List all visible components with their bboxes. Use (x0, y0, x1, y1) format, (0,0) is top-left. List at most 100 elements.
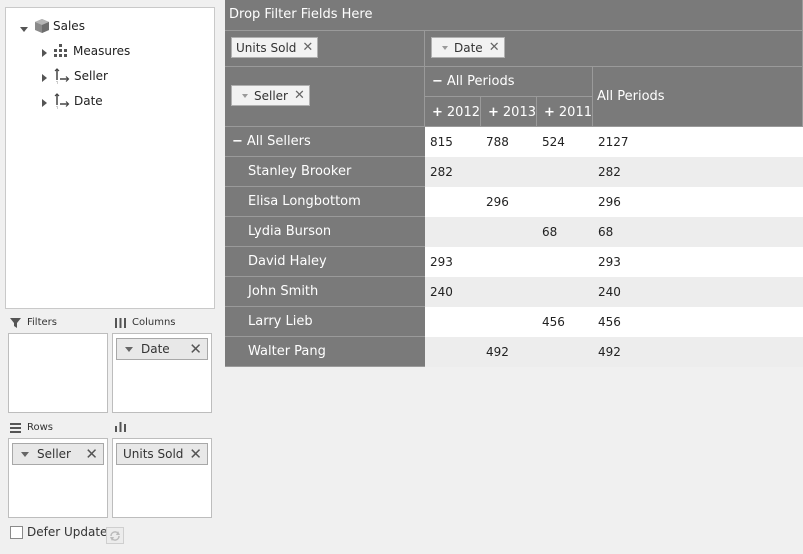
rows-drop-area[interactable]: Seller ✕ (8, 438, 108, 518)
table-cell[interactable] (537, 337, 542, 367)
table-cell[interactable] (425, 337, 430, 367)
table-cell[interactable]: 68 (593, 217, 613, 247)
table-cell[interactable]: 815 (425, 127, 453, 157)
columns-drop-area[interactable]: Date ✕ (112, 333, 212, 413)
expand-icon[interactable]: + (544, 105, 555, 120)
row-header-seller[interactable]: Lydia Burson (225, 217, 425, 247)
collapse-icon[interactable]: − (432, 74, 443, 89)
table-cell[interactable]: 492 (481, 337, 509, 367)
tree-item-date[interactable]: Date (42, 91, 103, 111)
chip-label: Units Sold (123, 447, 184, 461)
table-cell[interactable]: 296 (481, 187, 509, 217)
defer-update[interactable]: Defer Update (10, 525, 107, 539)
collapse-icon[interactable]: − (232, 134, 243, 149)
tree-item-measures[interactable]: Measures (42, 41, 130, 61)
all-periods-header-text: − All Periods (432, 74, 514, 89)
tree-root-sales[interactable]: Sales (20, 16, 85, 36)
data-header-area: Units Sold ✕ (225, 31, 425, 67)
measures-icon (54, 44, 67, 57)
expand-icon[interactable]: + (432, 105, 443, 120)
remove-icon[interactable]: ✕ (189, 341, 202, 357)
column-field-chip[interactable]: Date ✕ (431, 37, 505, 58)
row-header-seller[interactable]: Elisa Longbottom (225, 187, 425, 217)
tree-item-seller[interactable]: Seller (42, 66, 108, 86)
table-cell[interactable]: 240 (593, 277, 621, 307)
field-list-tree: Sales Measures Seller Date (5, 7, 215, 309)
filter-dropdown-icon[interactable] (125, 346, 133, 352)
table-cell[interactable] (537, 187, 542, 217)
tree-root-label: Sales (53, 19, 85, 33)
filter-dropdown-icon[interactable] (21, 451, 29, 457)
year-header-2011[interactable]: +2011 (537, 97, 593, 127)
table-cell[interactable]: 282 (593, 157, 621, 187)
table-cell[interactable] (537, 247, 542, 277)
all-periods-label: All Periods (446, 74, 515, 89)
grand-total-header: All Periods (593, 67, 803, 127)
remove-icon[interactable]: ✕ (489, 40, 500, 55)
filter-drop-zone[interactable]: Drop Filter Fields Here (225, 0, 803, 31)
year-label: 2013 (502, 105, 536, 120)
filters-drop-area[interactable] (8, 333, 108, 413)
values-drop-area[interactable]: Units Sold ✕ (112, 438, 212, 518)
column-header-area: Date ✕ (425, 31, 803, 67)
remove-icon[interactable]: ✕ (294, 88, 305, 103)
remove-icon[interactable]: ✕ (189, 446, 202, 462)
table-cell[interactable] (481, 217, 486, 247)
table-cell[interactable]: 240 (425, 277, 453, 307)
table-cell[interactable]: 68 (537, 217, 557, 247)
row-field-chip[interactable]: Seller ✕ (231, 85, 310, 106)
table-cell[interactable]: 296 (593, 187, 621, 217)
defer-update-checkbox[interactable] (10, 525, 23, 539)
row-header-seller[interactable]: John Smith (225, 277, 425, 307)
table-cell[interactable]: 524 (537, 127, 565, 157)
table-cell[interactable] (537, 157, 542, 187)
table-cell[interactable]: 456 (537, 307, 565, 337)
seller-label: Stanley Brooker (248, 164, 352, 179)
table-cell[interactable] (425, 307, 430, 337)
remove-icon[interactable]: ✕ (302, 40, 313, 55)
values-area-label (115, 422, 132, 432)
table-cell[interactable]: 282 (425, 157, 453, 187)
expand-right-icon[interactable] (42, 73, 47, 82)
table-cell[interactable] (481, 277, 486, 307)
table-cell[interactable] (481, 307, 486, 337)
year-header-2012[interactable]: +2012 (425, 97, 481, 127)
row-header-seller[interactable]: David Haley (225, 247, 425, 277)
table-cell[interactable] (425, 187, 430, 217)
table-cell[interactable]: 492 (593, 337, 621, 367)
table-cell[interactable] (537, 277, 542, 307)
pivot-grid: Drop Filter Fields Here Units Sold ✕ Dat… (225, 0, 803, 368)
row-header-seller[interactable]: Stanley Brooker (225, 157, 425, 187)
table-cell[interactable]: 788 (481, 127, 509, 157)
expand-right-icon[interactable] (42, 98, 47, 107)
table-cell[interactable] (425, 217, 430, 247)
remove-icon[interactable]: ✕ (85, 446, 98, 462)
filter-dropdown-icon[interactable] (442, 45, 448, 50)
filters-area-label: Filters (10, 317, 57, 328)
rows-field-chip[interactable]: Seller ✕ (12, 443, 104, 465)
table-cell[interactable]: 293 (425, 247, 453, 277)
data-field-chip[interactable]: Units Sold ✕ (231, 37, 319, 58)
table-cell[interactable]: 2127 (593, 127, 629, 157)
defer-update-label: Defer Update (27, 525, 108, 539)
expand-right-icon[interactable] (42, 48, 47, 57)
expand-down-icon[interactable] (20, 26, 28, 32)
columns-field-chip[interactable]: Date ✕ (116, 338, 208, 360)
chip-label: Seller (37, 447, 71, 461)
table-cell[interactable] (481, 247, 486, 277)
row-header-seller[interactable]: Larry Lieb (225, 307, 425, 337)
rows-area-label: Rows (10, 422, 53, 433)
expand-icon[interactable]: + (488, 105, 499, 120)
table-cell[interactable] (481, 157, 486, 187)
row-header-seller[interactable]: Walter Pang (225, 337, 425, 367)
row-header-all-sellers[interactable]: − All Sellers (225, 127, 425, 157)
year-header-2013[interactable]: +2013 (481, 97, 537, 127)
table-cell[interactable]: 456 (593, 307, 621, 337)
all-periods-header[interactable]: − All Periods (425, 67, 593, 97)
seller-label: John Smith (248, 284, 319, 299)
values-field-chip[interactable]: Units Sold ✕ (116, 443, 208, 465)
table-cell[interactable]: 293 (593, 247, 621, 277)
update-button[interactable] (106, 527, 124, 544)
filter-dropdown-icon[interactable] (242, 93, 248, 98)
tree-item-label: Measures (73, 44, 131, 58)
